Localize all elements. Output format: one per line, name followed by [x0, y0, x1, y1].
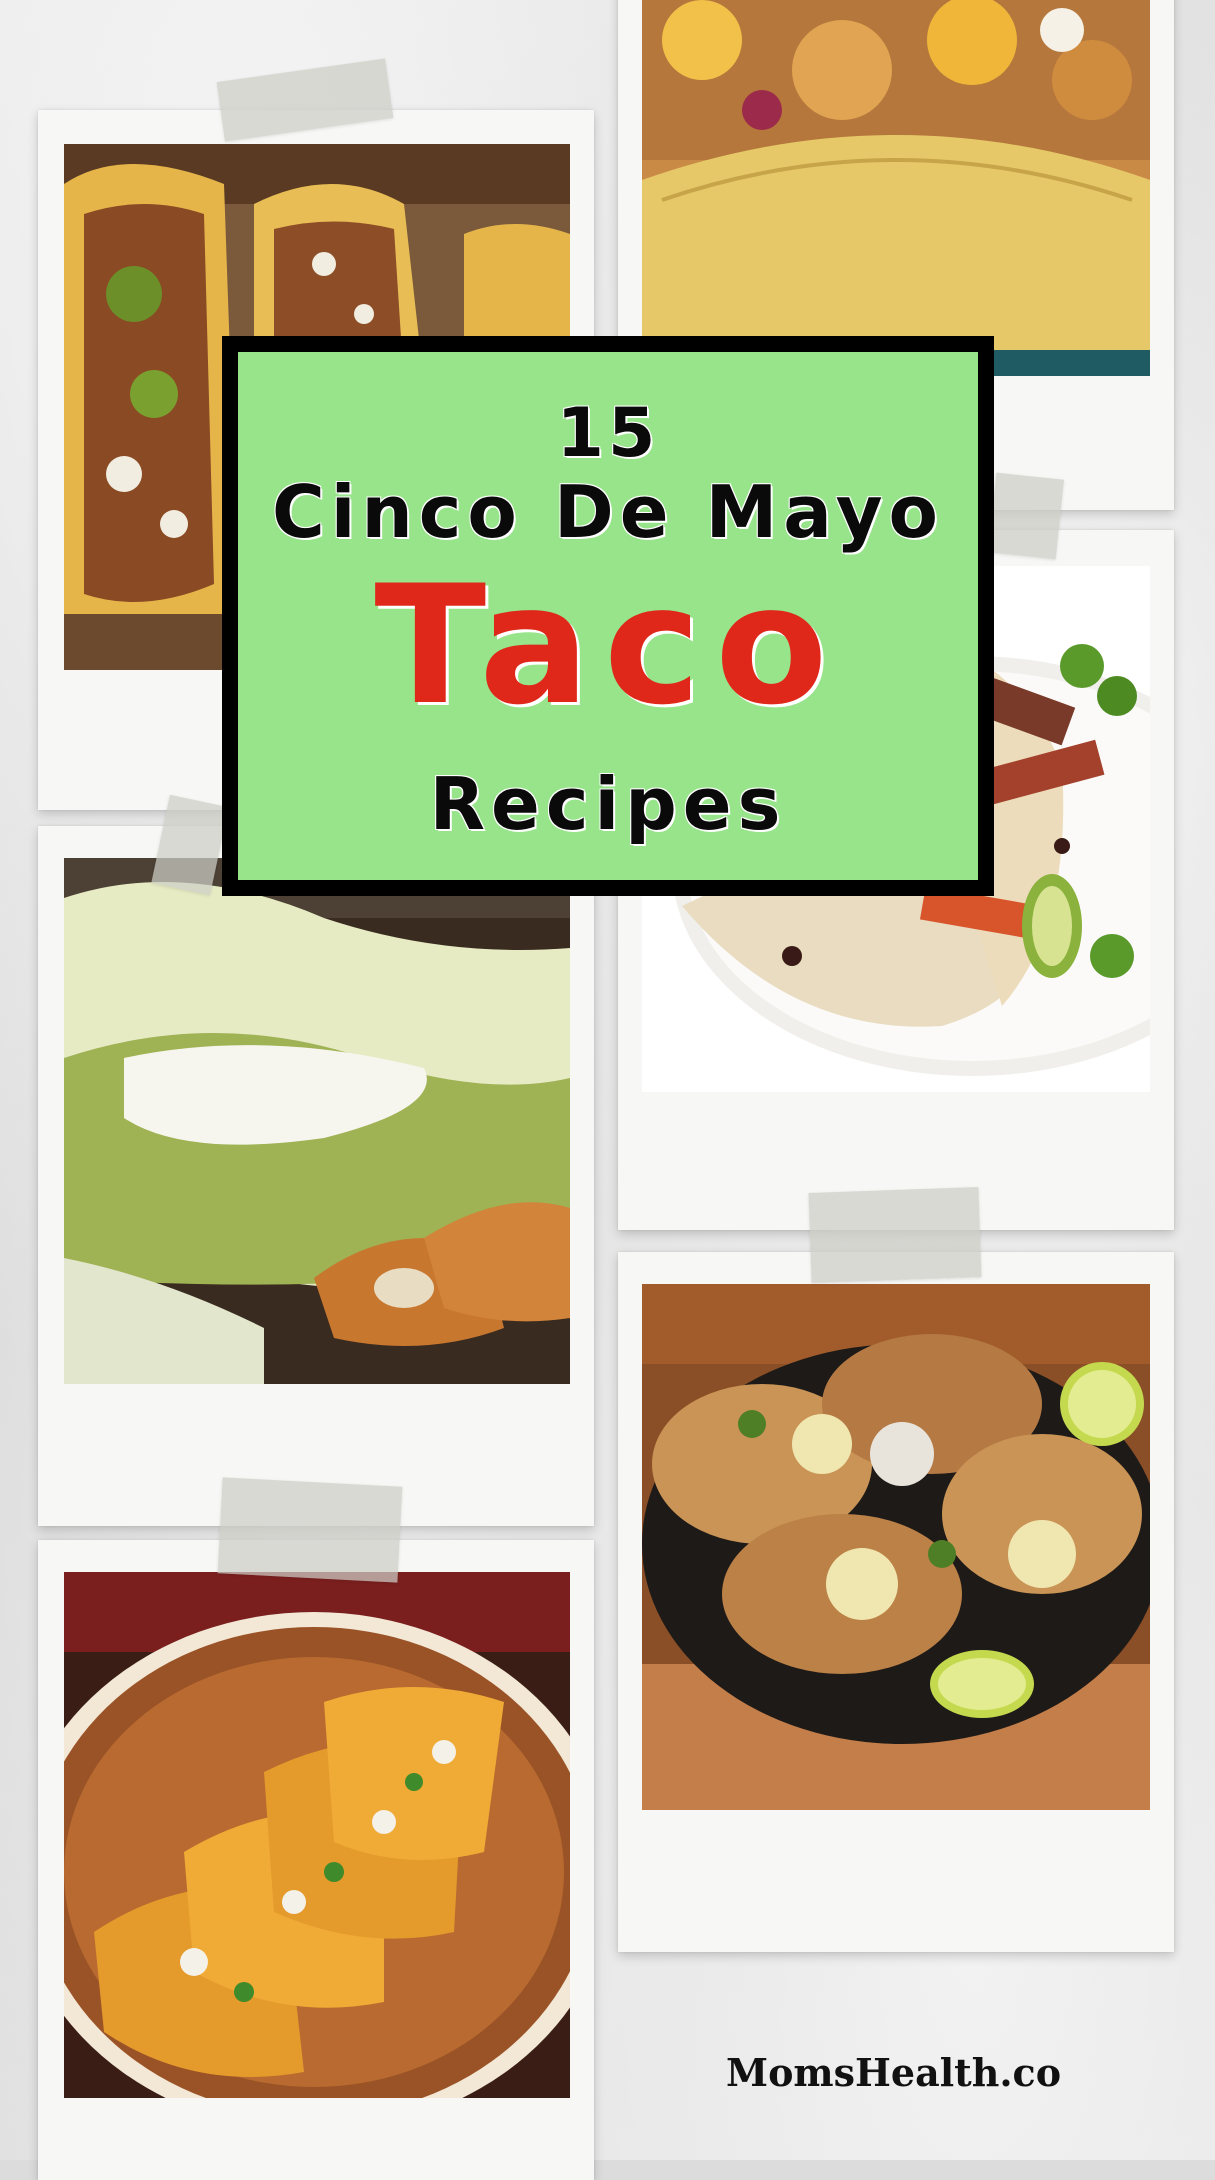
title-highlight: Taco [374, 550, 842, 741]
title-recipes: Recipes [429, 762, 787, 846]
photo-street-tacos-lime [642, 1284, 1150, 1810]
photo-crunchy-chicken-taco [642, 0, 1150, 376]
title-subject: Cinco De Mayo [271, 470, 945, 554]
brand-label: MomsHealth.co [726, 2050, 1062, 2095]
polaroid-frame-4 [38, 826, 594, 1526]
tape-strip [217, 1477, 403, 1583]
title-card-inner: 15 Cinco De Mayo Taco Recipes [238, 352, 978, 880]
polaroid-frame-6 [38, 1540, 594, 2180]
tape-strip [988, 472, 1064, 560]
title-card: 15 Cinco De Mayo Taco Recipes [222, 336, 994, 896]
photo-flautas-guacamole [64, 858, 570, 1384]
polaroid-frame-5 [618, 1252, 1174, 1952]
photo-birria-tacos [64, 1572, 570, 2098]
tape-strip [808, 1187, 982, 1283]
title-number: 15 [556, 394, 660, 473]
